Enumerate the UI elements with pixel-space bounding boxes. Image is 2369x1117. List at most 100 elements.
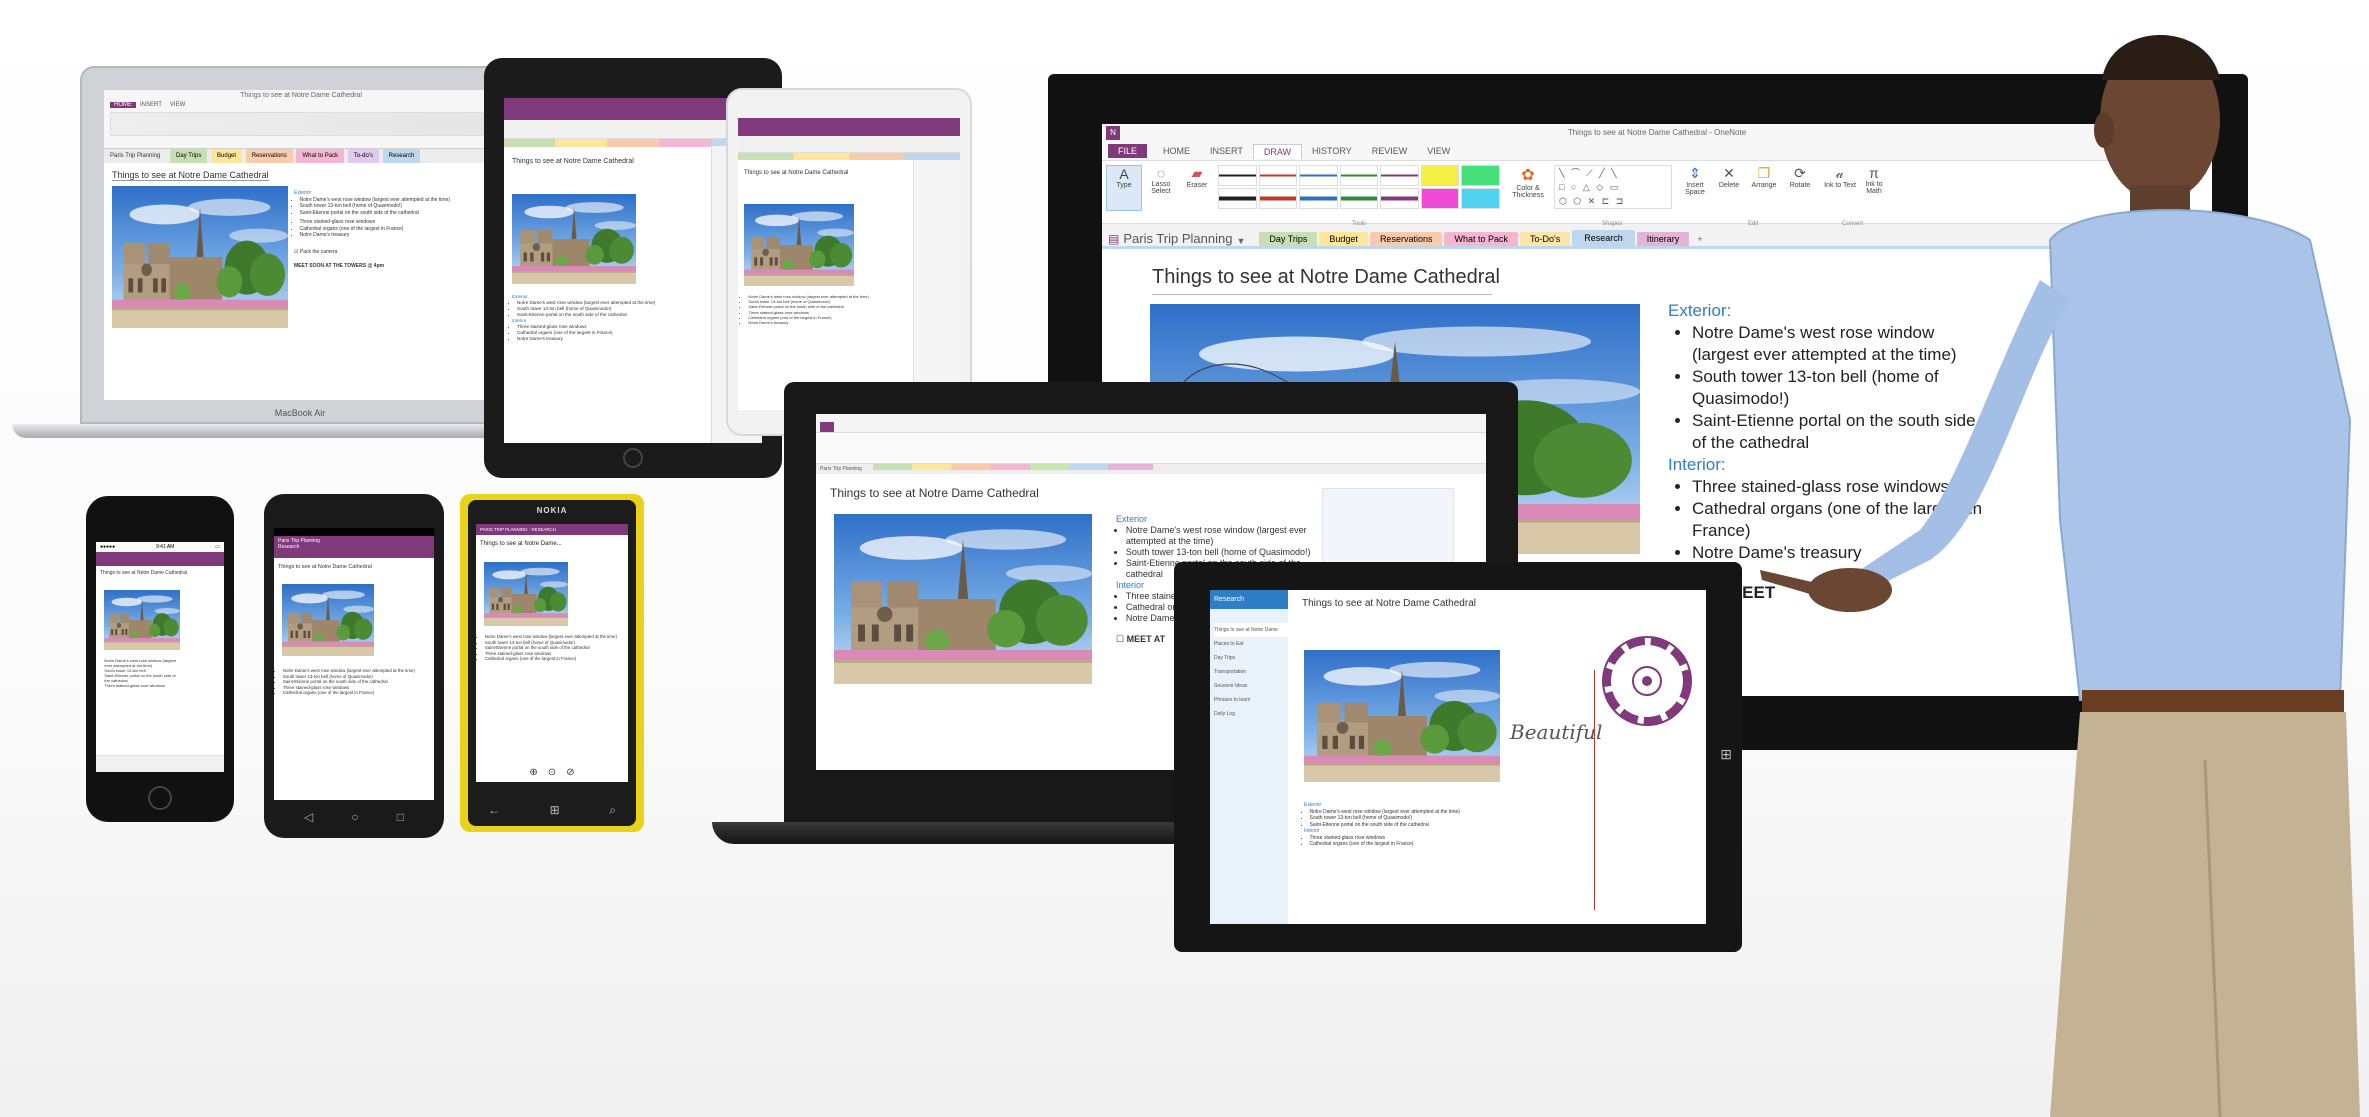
insert-space-icon: ⇕ xyxy=(1689,165,1701,181)
macbook-tab-home[interactable]: HOME xyxy=(110,102,136,108)
ipad-black-screen: Things to see at Notre Dame Cathedral Ex… xyxy=(504,98,762,443)
highlighter-green[interactable] xyxy=(1461,165,1500,186)
tv-tab-draw[interactable]: DRAW xyxy=(1252,143,1303,159)
macbook-section-whattopack[interactable]: What to Pack xyxy=(296,149,345,163)
nokia-camera-icon[interactable]: ⊙ xyxy=(548,767,556,778)
pen-green[interactable] xyxy=(1339,165,1379,186)
pen-red-2[interactable] xyxy=(1258,188,1298,209)
pen-red[interactable] xyxy=(1258,165,1298,186)
pen-black-2[interactable] xyxy=(1218,188,1257,209)
tv-tab-view[interactable]: VIEW xyxy=(1417,144,1460,158)
highlighter-yellow[interactable] xyxy=(1420,165,1460,186)
macbook-section-research[interactable]: Research xyxy=(382,149,421,163)
surface-page-item[interactable]: Transportation xyxy=(1214,665,1288,679)
macbook-interior-item: Notre Dame's treasury xyxy=(300,232,485,239)
tv-section-budget[interactable]: Budget xyxy=(1319,232,1368,246)
macbook-tab-insert[interactable]: INSERT xyxy=(136,102,166,108)
surface-page-item[interactable]: Places to Eat xyxy=(1214,637,1288,651)
pen-green-2[interactable] xyxy=(1339,188,1379,209)
pen-gallery[interactable] xyxy=(1218,165,1500,209)
tv-tool-delete[interactable]: Delete xyxy=(1714,182,1744,189)
tv-tab-review[interactable]: REVIEW xyxy=(1362,144,1418,158)
tv-section-itinerary[interactable]: Itinerary xyxy=(1636,232,1690,246)
pen-blue[interactable] xyxy=(1299,165,1338,186)
tv-add-section[interactable]: + xyxy=(1691,232,1708,246)
surface-page-item[interactable]: Day Trips xyxy=(1214,651,1288,665)
android-exterior-item: Notre Dame's west rose window (largest e… xyxy=(283,668,418,674)
macbook-section-budget[interactable]: Budget xyxy=(211,149,243,163)
macbook-section-todos[interactable]: To-do's xyxy=(347,149,379,163)
tv-page-title: Things to see at Notre Dame Cathedral xyxy=(1152,266,1500,288)
surface-page-item[interactable]: Souvenir Ideas xyxy=(1214,679,1288,693)
tv-tab-insert[interactable]: INSERT xyxy=(1200,144,1253,158)
nokia-exterior-item: Notre Dame's west rose window (largest e… xyxy=(485,634,620,640)
nokia-screen: PARIS TRIP PLANNING - RESEARCH Things to… xyxy=(476,524,628,782)
radial-menu[interactable] xyxy=(1600,634,1694,728)
macbook-label: MacBook Air xyxy=(274,408,326,418)
macbook-checkbox[interactable]: ☑ xyxy=(294,249,298,255)
tv-section-whattopack[interactable]: What to Pack xyxy=(1444,232,1518,246)
nokia-back-icon[interactable]: ← xyxy=(488,803,500,818)
nokia-edit-icon[interactable]: ⊕ xyxy=(529,767,537,778)
android-home-icon[interactable]: ○ xyxy=(351,810,358,824)
surface-tablet: Research Things to see at Notre Dame Pla… xyxy=(1174,562,1742,952)
pen-black[interactable] xyxy=(1218,165,1257,186)
ipad-black-page-title: Things to see at Notre Dame Cathedral xyxy=(512,158,634,165)
macbook-section-daytrips[interactable]: Day Trips xyxy=(170,149,208,163)
nokia-search-icon[interactable]: ⌕ xyxy=(609,803,616,818)
tv-tool-eraser[interactable]: Eraser xyxy=(1180,182,1214,189)
surface-interior-item: Cathedral organs (one of the largest in … xyxy=(1310,841,1565,848)
macbook-notebook[interactable]: Paris Trip Planning xyxy=(110,153,160,159)
iphone-carrier: ●●●●● xyxy=(100,544,116,550)
laptop-notebook[interactable]: Paris Trip Planning xyxy=(820,466,862,472)
ipad-white-page-title: Things to see at Notre Dame Cathedral xyxy=(744,170,849,176)
tv-tool-color[interactable]: Color & Thickness xyxy=(1506,185,1550,199)
tv-section-todos[interactable]: To-Do's xyxy=(1520,232,1571,246)
shapes-gallery[interactable]: ╲ ⌒ ⟋ ╱ ╲ □ ○ △ ◇ ▭ ⬡ ⬠ ✕ ⊏ ⊐ xyxy=(1554,165,1672,209)
tv-tab-file[interactable]: FILE xyxy=(1108,144,1148,158)
tv-tab-history[interactable]: HISTORY xyxy=(1302,144,1362,158)
android-cathedral-photo xyxy=(282,584,374,656)
tv-section-research[interactable]: Research xyxy=(1572,230,1635,246)
tv-group-tools: Tools xyxy=(1352,221,1367,227)
android-back-icon[interactable]: ◁ xyxy=(304,810,313,824)
surface-page-item[interactable]: Phrases to learn xyxy=(1214,693,1288,707)
tv-section-reservations[interactable]: Reservations xyxy=(1369,232,1443,246)
iphone-home-button[interactable] xyxy=(148,786,172,810)
nokia-phone: NOKIA PARIS TRIP PLANNING - RESEARCH Thi… xyxy=(460,494,644,832)
windows-logo-icon[interactable]: ⊞ xyxy=(1720,746,1732,763)
tv-tool-insert-space[interactable]: Insert Space xyxy=(1678,182,1712,196)
laptop-page-title: Things to see at Notre Dame Cathedral xyxy=(830,486,1039,500)
surface-section[interactable]: Research xyxy=(1210,590,1288,609)
iphone-exterior-item: Notre Dame's west rose window (largest e… xyxy=(104,658,180,668)
android-phone: Paris Trip Planning Research Things to s… xyxy=(264,494,444,838)
nokia-page-title: Things to see at Notre Dame... xyxy=(480,541,562,547)
tv-notebook[interactable]: Paris Trip Planning xyxy=(1123,231,1232,246)
tv-tool-type[interactable]: Type xyxy=(1107,182,1141,189)
tv-tool-lasso[interactable]: Lasso Select xyxy=(1144,181,1178,195)
ipad-white-cathedral-photo xyxy=(744,204,854,286)
pen-blue-2[interactable] xyxy=(1299,188,1338,209)
laptop-checkbox[interactable]: ☐ xyxy=(1116,634,1124,644)
pen-purple-2[interactable] xyxy=(1380,188,1419,209)
surface-screen: Research Things to see at Notre Dame Pla… xyxy=(1210,590,1706,924)
iphone-bottom-toolbar[interactable] xyxy=(96,755,224,772)
highlighter-pink[interactable] xyxy=(1420,188,1460,209)
chevron-down-icon[interactable]: ▼ xyxy=(1236,236,1245,246)
pen-purple[interactable] xyxy=(1380,165,1419,186)
android-recents-icon[interactable]: □ xyxy=(397,810,404,824)
tv-section-daytrips[interactable]: Day Trips xyxy=(1259,232,1318,246)
highlighter-cyan[interactable] xyxy=(1461,188,1500,209)
surface-page-item[interactable]: Daily Log xyxy=(1214,707,1288,721)
laptop-exterior-item: South tower 13-ton bell (home of Quasimo… xyxy=(1126,547,1316,558)
onenote-logo-icon: N xyxy=(1106,126,1120,140)
surface-nav-pane[interactable]: Research Things to see at Notre Dame Pla… xyxy=(1210,590,1288,924)
nokia-more-icon[interactable]: ⊘ xyxy=(566,767,574,778)
macbook-tab-view[interactable]: VIEW xyxy=(166,102,189,108)
surface-page-item[interactable]: Things to see at Notre Dame xyxy=(1214,623,1288,637)
ipad-white-page-list[interactable] xyxy=(913,160,960,410)
macbook-section-reservations[interactable]: Reservations xyxy=(245,149,293,163)
windows-logo-icon[interactable]: ⊞ xyxy=(550,803,560,818)
ipad-home-button[interactable] xyxy=(623,448,643,468)
tv-tab-home[interactable]: HOME xyxy=(1153,144,1200,158)
